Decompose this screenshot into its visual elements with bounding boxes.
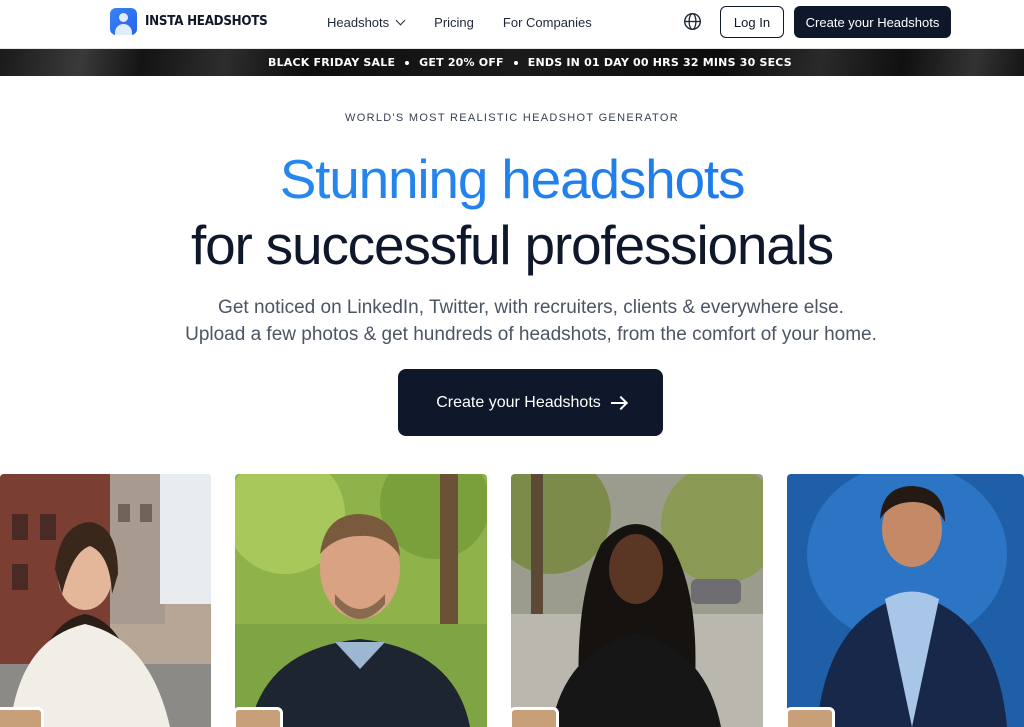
globe-icon[interactable] xyxy=(683,12,702,31)
hero-subtitle-line2: Upload a few photos & get hundreds of he… xyxy=(185,324,877,345)
nav-pricing-label: Pricing xyxy=(434,15,474,30)
arrow-right-icon xyxy=(610,401,625,404)
gallery-photo-3 xyxy=(511,474,763,727)
portrait-woman-city-image xyxy=(0,474,211,727)
top-navbar: INSTA HEADSHOTS Headshots Pricing For Co… xyxy=(0,0,1024,49)
chevron-down-icon xyxy=(395,15,406,26)
nav-pricing[interactable]: Pricing xyxy=(434,15,474,30)
brand-logo[interactable]: INSTA HEADSHOTS xyxy=(110,8,278,35)
hero-title-line2: for successful professionals xyxy=(191,214,834,276)
separator-dot-icon xyxy=(513,60,518,65)
nav-headshots[interactable]: Headshots xyxy=(327,15,406,30)
portrait-man-park-image xyxy=(235,474,487,727)
portrait-man-blue-backdrop-image xyxy=(787,474,1024,727)
thumbnail-image xyxy=(787,707,835,727)
gallery-photo-4 xyxy=(787,474,1024,727)
banner-countdown-text: ENDS IN 01 DAY 00 HRS 32 MINS 30 SECS xyxy=(527,56,792,69)
portrait-woman-street-image xyxy=(511,474,763,727)
sale-banner[interactable]: BLACK FRIDAY SALE GET 20% OFF ENDS IN 01… xyxy=(0,49,1024,76)
create-headshots-cta-button[interactable]: Create your Headshots xyxy=(398,369,663,436)
thumbnail-image xyxy=(511,707,559,727)
banner-discount-text: GET 20% OFF xyxy=(419,56,504,69)
nav-links: Headshots Pricing For Companies xyxy=(327,15,592,30)
gallery-photo-1 xyxy=(0,474,211,727)
cta-label: Create your Headshots xyxy=(436,393,601,411)
hero-eyebrow: WORLD'S MOST REALISTIC HEADSHOT GENERATO… xyxy=(345,112,679,124)
separator-dot-icon xyxy=(405,60,410,65)
logo-icon xyxy=(110,8,137,35)
gallery-photo-2 xyxy=(235,474,487,727)
create-headshots-nav-button[interactable]: Create your Headshots xyxy=(794,6,951,38)
brand-name: INSTA HEADSHOTS xyxy=(145,14,268,29)
nav-headshots-label: Headshots xyxy=(327,15,390,30)
thumbnail-image xyxy=(0,707,44,727)
nav-for-companies[interactable]: For Companies xyxy=(503,15,592,30)
thumbnail-image xyxy=(235,707,283,727)
login-button[interactable]: Log In xyxy=(720,6,784,38)
hero-title-line1: Stunning headshots xyxy=(0,146,1024,212)
nav-for-companies-label: For Companies xyxy=(502,15,592,30)
hero-subtitle-line1: Get noticed on LinkedIn, Twitter, with r… xyxy=(218,297,844,318)
banner-sale-text: BLACK FRIDAY SALE xyxy=(268,56,396,69)
